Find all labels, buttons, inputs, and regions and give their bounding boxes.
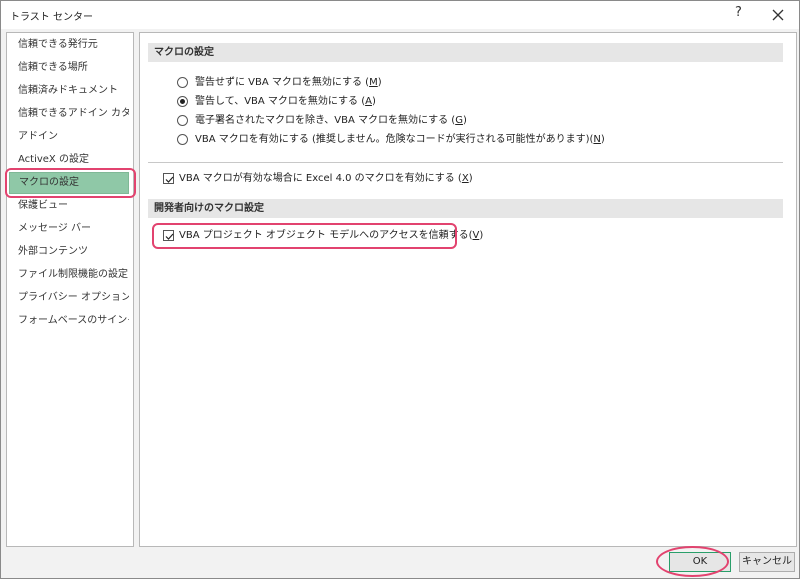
sidebar-item-addins[interactable]: アドイン — [9, 126, 129, 148]
sidebar-item-trusted-publishers[interactable]: 信頼できる発行元 — [9, 34, 129, 56]
checkbox[interactable] — [163, 230, 174, 241]
title-bar: トラスト センター ? — [1, 1, 799, 29]
checkbox[interactable] — [163, 173, 174, 184]
sidebar-item-privacy-options[interactable]: プライバシー オプション — [9, 287, 129, 309]
macro-settings-header: マクロの設定 — [148, 43, 783, 62]
sidebar-item-external-content[interactable]: 外部コンテンツ — [9, 241, 129, 263]
radio-button[interactable] — [177, 134, 188, 145]
sidebar-item-trusted-locations[interactable]: 信頼できる場所 — [9, 57, 129, 79]
cancel-button[interactable]: キャンセル — [739, 552, 795, 572]
sidebar-item-protected-view[interactable]: 保護ビュー — [9, 195, 129, 217]
ok-button[interactable]: OK — [669, 552, 731, 572]
window-title: トラスト センター — [10, 12, 93, 23]
close-icon[interactable] — [767, 5, 789, 25]
sidebar-item-macro-settings[interactable]: マクロの設定 — [9, 172, 129, 194]
sidebar-item-file-block-settings[interactable]: ファイル制限機能の設定 — [9, 264, 129, 286]
sidebar-item-trusted-addin-catalogs[interactable]: 信頼できるアドイン カタログ — [9, 103, 129, 125]
radio-button[interactable] — [177, 115, 188, 126]
settings-panel: マクロの設定 警告せずに VBA マクロを無効にする (M) 警告して、VBA … — [139, 32, 797, 547]
sidebar-item-trusted-documents[interactable]: 信頼済みドキュメント — [9, 80, 129, 102]
section-divider — [148, 162, 783, 163]
radio-button[interactable] — [177, 77, 188, 88]
sidebar-item-message-bar[interactable]: メッセージ バー — [9, 218, 129, 240]
radio-selected-dot — [180, 99, 185, 104]
checkmark-icon — [165, 233, 174, 240]
sidebar-item-activex-settings[interactable]: ActiveX の設定 — [9, 149, 129, 171]
category-sidebar: 信頼できる発行元 信頼できる場所 信頼済みドキュメント 信頼できるアドイン カタ… — [6, 32, 134, 547]
radio-button[interactable] — [177, 96, 188, 107]
checkmark-icon — [165, 176, 174, 183]
help-button[interactable]: ? — [735, 5, 742, 20]
trust-center-dialog: トラスト センター ? 信頼できる発行元 信頼できる場所 信頼済みドキュメント … — [0, 0, 800, 579]
sidebar-item-form-based-sign-in[interactable]: フォームベースのサインイン — [9, 310, 129, 332]
developer-macro-settings-header: 開発者向けのマクロ設定 — [148, 199, 783, 218]
